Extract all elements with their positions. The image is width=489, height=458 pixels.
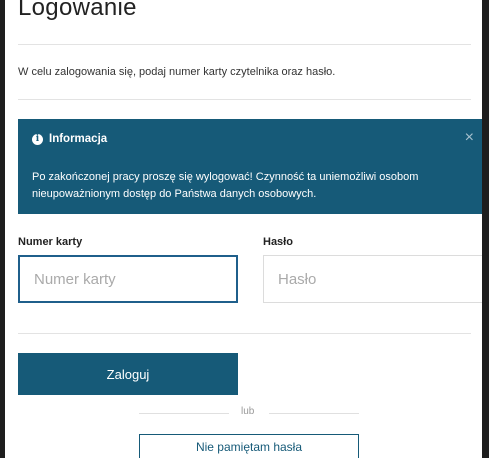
or-label: lub <box>241 406 255 417</box>
card-number-input[interactable] <box>18 255 238 303</box>
forgot-password-button[interactable]: Nie pamiętam hasła <box>139 434 359 458</box>
alert-header: i Informacja <box>32 133 107 145</box>
password-label: Hasło <box>263 236 293 248</box>
or-divider-left <box>139 413 229 414</box>
screen-frame: Logowanie W celu zalogowania się, podaj … <box>0 0 489 458</box>
info-icon: i <box>32 133 43 145</box>
or-divider-right <box>269 413 359 414</box>
password-input[interactable] <box>263 255 482 303</box>
intro-text: W celu zalogowania się, podaj numer kart… <box>18 66 336 78</box>
title-divider <box>18 44 471 45</box>
login-panel: Logowanie W celu zalogowania się, podaj … <box>5 0 482 458</box>
card-number-label: Numer karty <box>18 236 83 248</box>
form-divider <box>18 333 471 334</box>
alert-message: Po zakończonej pracy proszę się wylogowa… <box>32 171 419 200</box>
page-title: Logowanie <box>18 0 137 21</box>
intro-divider <box>18 99 471 100</box>
close-icon[interactable]: × <box>465 129 474 147</box>
login-button[interactable]: Zaloguj <box>18 353 238 395</box>
alert-title: Informacja <box>49 133 108 145</box>
info-alert: i Informacja × Po zakończonej pracy pros… <box>18 119 482 214</box>
